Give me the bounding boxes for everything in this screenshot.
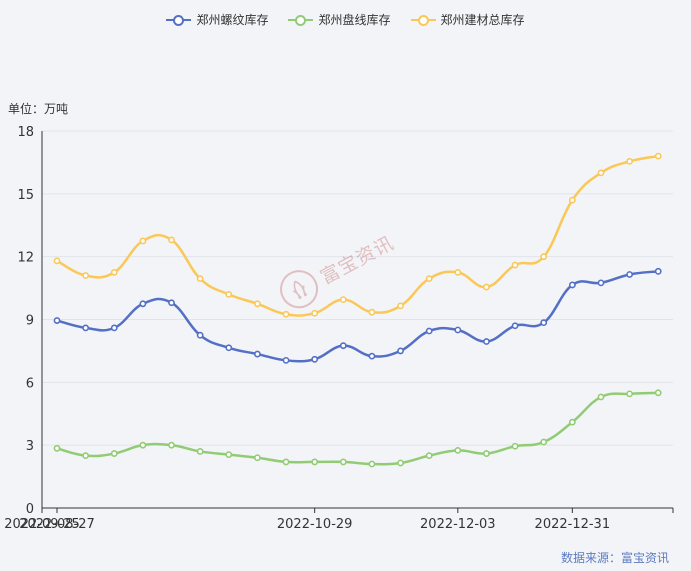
data-point	[254, 300, 261, 308]
data-point	[540, 319, 548, 327]
data-point	[53, 257, 61, 265]
data-point	[254, 454, 261, 462]
x-tick-label: 2022-12-03	[420, 517, 496, 532]
legend-item[interactable]: 郑州螺纹库存	[166, 11, 268, 28]
x-tick-label: 2022-12-31	[535, 517, 611, 532]
data-point	[168, 236, 175, 244]
data-point	[483, 338, 490, 345]
data-point	[282, 458, 290, 466]
data-point	[139, 300, 147, 308]
data-point	[626, 157, 633, 165]
data-point	[511, 442, 519, 450]
data-point	[225, 290, 233, 298]
data-point	[82, 272, 90, 279]
y-tick-label: 0	[26, 502, 34, 517]
data-point	[53, 444, 61, 452]
data-point	[568, 418, 576, 426]
data-point	[311, 309, 319, 317]
x-tick-label: 2022-10-29	[277, 517, 353, 532]
data-point	[397, 459, 404, 467]
y-tick-label: 9	[26, 314, 34, 329]
data-point	[626, 390, 633, 398]
data-point	[339, 458, 347, 466]
data-point	[626, 271, 633, 278]
data-point	[511, 261, 519, 269]
data-point	[225, 451, 233, 458]
y-axis-unit-label: 单位：万吨	[8, 102, 69, 116]
data-point	[654, 152, 662, 160]
data-point	[196, 275, 204, 283]
data-point	[139, 237, 147, 245]
y-tick-label: 12	[17, 251, 34, 266]
data-point	[82, 324, 90, 332]
legend-label: 郑州盘线库存	[318, 13, 391, 27]
y-tick-label: 6	[26, 376, 34, 391]
legend-label: 郑州螺纹库存	[196, 13, 269, 27]
data-point	[540, 438, 548, 446]
y-tick-label: 18	[17, 125, 34, 140]
data-point	[225, 344, 233, 352]
data-point	[368, 460, 376, 468]
data-point	[597, 279, 605, 287]
data-point	[196, 331, 204, 339]
data-point	[53, 317, 61, 324]
data-point	[454, 326, 462, 334]
data-point	[425, 275, 433, 283]
data-point	[368, 352, 376, 360]
legend-item[interactable]: 郑州建材总库存	[410, 11, 525, 28]
series-line-1	[56, 391, 659, 466]
data-point	[110, 324, 118, 332]
data-point	[397, 302, 404, 310]
data-point	[654, 267, 662, 275]
data-point	[454, 447, 462, 454]
data-point	[196, 448, 204, 455]
data-point	[282, 310, 290, 318]
data-point	[282, 356, 290, 364]
data-point	[597, 169, 605, 177]
data-source-label: 数据来源：富宝资讯	[560, 551, 669, 565]
data-point	[110, 450, 118, 457]
data-point	[82, 452, 90, 460]
data-point	[425, 327, 433, 335]
data-point	[311, 355, 319, 363]
data-point	[339, 342, 347, 350]
data-point	[425, 452, 433, 460]
data-point	[483, 283, 490, 291]
data-point	[168, 441, 175, 449]
legend-marker-icon	[166, 13, 192, 27]
data-point	[454, 268, 462, 276]
data-point	[511, 322, 519, 330]
data-point	[654, 389, 662, 397]
data-point	[483, 450, 490, 457]
x-tick-label: 2022-09-25	[4, 517, 80, 532]
data-point	[368, 308, 376, 316]
legend-item[interactable]: 郑州盘线库存	[288, 11, 391, 28]
data-point	[568, 281, 576, 289]
data-point	[254, 350, 261, 358]
chart-legend[interactable]: 郑州螺纹库存 郑州盘线库存 郑州建材总库存	[0, 11, 691, 28]
y-tick-label: 15	[17, 188, 34, 203]
legend-marker-icon	[288, 13, 314, 27]
data-point	[139, 441, 147, 449]
legend-label: 郑州建材总库存	[440, 13, 525, 27]
y-tick-label: 3	[26, 439, 34, 454]
data-point	[168, 299, 175, 307]
data-point	[540, 253, 548, 261]
data-point	[597, 393, 605, 401]
data-point	[339, 296, 347, 304]
data-point	[397, 347, 404, 355]
series-line-0	[56, 270, 659, 363]
data-point	[568, 196, 576, 204]
data-point	[110, 268, 118, 276]
data-point	[311, 458, 319, 466]
legend-marker-icon	[410, 13, 436, 27]
